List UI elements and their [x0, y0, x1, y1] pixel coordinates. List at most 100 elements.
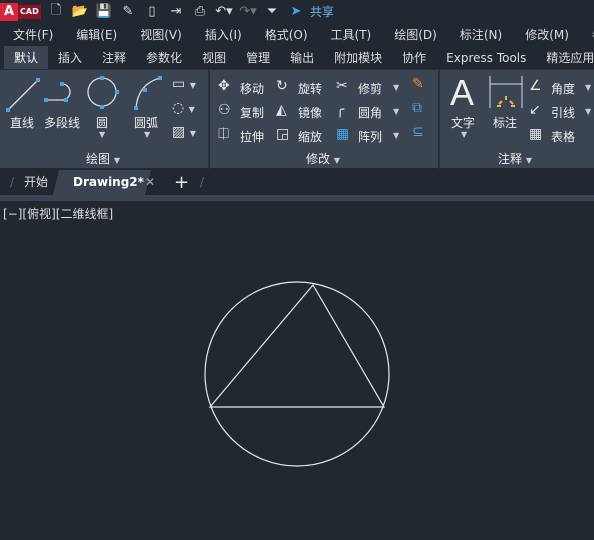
circle-tool[interactable]: 圆 [96, 114, 108, 131]
tab-annotate[interactable]: 注释 [92, 46, 136, 70]
trim-tool[interactable]: 修剪 [358, 80, 382, 97]
menu-modify[interactable]: 修改(M) [525, 26, 569, 43]
angular-icon: ∠ [529, 78, 542, 94]
print-icon[interactable]: ⎙ [190, 3, 210, 21]
scale-tool[interactable]: 缩放 [298, 128, 322, 145]
line-tool[interactable]: 直线 [10, 114, 34, 131]
rectangle-icon[interactable]: ▭ ▼ [172, 76, 196, 92]
text-dropdown-icon[interactable]: ▼ [461, 130, 467, 139]
erase-icon[interactable]: ✎ [412, 76, 424, 92]
ellipse-icon[interactable]: ◌ ▼ [172, 100, 195, 116]
drawing-svg [204, 281, 390, 467]
tab-addins[interactable]: 附加模块 [324, 46, 392, 70]
share-button[interactable]: 共享 [310, 3, 334, 20]
hatch-icon[interactable]: ▨ ▼ [172, 124, 196, 140]
open-device-icon[interactable]: ▯ [142, 3, 162, 21]
angular-dropdown-icon[interactable]: ▼ [585, 83, 591, 92]
menu-view[interactable]: 视图(V) [140, 26, 182, 43]
tab-separator: / [10, 175, 15, 189]
copy-icon: ⚇ [218, 102, 231, 118]
leader-icon: ↙ [529, 102, 541, 118]
scale-icon: ◲ [276, 126, 290, 142]
fillet-tool[interactable]: 圆角 [358, 104, 382, 121]
rotate-icon: ↻ [276, 78, 288, 94]
leader-tool[interactable]: 引线 [551, 104, 575, 121]
draw-tool-icons [6, 76, 162, 112]
title-bar: A CAD 🗋 📂 💾 ✎ ▯ ⇥ ⎙ ↶▾ ↷▾ ⏷ ➤ 共享 [0, 0, 594, 23]
new-tab-icon[interactable]: + [174, 170, 189, 195]
menu-bar: 文件(F) 编辑(E) 视图(V) 插入(I) 格式(O) 工具(T) 绘图(D… [0, 23, 594, 46]
triangle-entity[interactable] [208, 283, 386, 408]
divider [438, 70, 440, 169]
close-tab-icon[interactable]: ✕ [145, 170, 155, 195]
ribbon: 直线 多段线 圆 ▼ 圆弧 ▼ ▭ ▼ ◌ ▼ ▨ ▼ 绘图 ▼ ✥ 移动 ↻ … [0, 69, 594, 169]
draw-panel-title[interactable]: 绘图 ▼ [86, 150, 120, 167]
file-tabs: / 开始 Drawing2* ✕ + / [0, 170, 594, 195]
share-icon[interactable]: ➤ [286, 3, 306, 21]
drawing-canvas[interactable]: [−][俯视][二维线框] [0, 201, 594, 540]
tab-default[interactable]: 默认 [4, 46, 49, 70]
menu-dimension[interactable]: 标注(N) [460, 26, 502, 43]
arc-tool[interactable]: 圆弧 [134, 114, 158, 131]
menu-edit[interactable]: 编辑(E) [76, 26, 117, 43]
tab-view[interactable]: 视图 [192, 46, 236, 70]
tab-separator: / [200, 175, 205, 189]
save-icon[interactable]: 💾 [94, 3, 114, 21]
tab-insert[interactable]: 插入 [48, 46, 92, 70]
save-as-icon[interactable]: ✎ [118, 3, 138, 21]
trim-dropdown-icon[interactable]: ▼ [393, 83, 399, 92]
stretch-icon: ⎅ [218, 126, 230, 142]
open-icon[interactable]: 📂 [70, 3, 90, 21]
text-tool[interactable]: 文字 [451, 114, 475, 131]
circle-entity[interactable] [204, 281, 390, 467]
tab-output[interactable]: 输出 [280, 46, 324, 70]
text-icon: A [450, 72, 475, 113]
leader-dropdown-icon[interactable]: ▼ [585, 107, 591, 116]
tab-collaborate[interactable]: 协作 [392, 46, 436, 70]
stretch-tool[interactable]: 拉伸 [240, 128, 264, 145]
app-logo[interactable]: A CAD [0, 2, 42, 22]
array-icon: ▦ [336, 126, 350, 142]
offset-icon[interactable]: ⊆ [412, 124, 424, 140]
customize-icon[interactable]: ⏷ [262, 3, 282, 21]
move-tool[interactable]: 移动 [240, 80, 264, 97]
undo-icon[interactable]: ↶▾ [214, 3, 234, 21]
divider [208, 70, 210, 169]
fillet-dropdown-icon[interactable]: ▼ [393, 107, 399, 116]
tab-manage[interactable]: 管理 [236, 46, 280, 70]
array-dropdown-icon[interactable]: ▼ [393, 131, 399, 140]
arc-dropdown-icon[interactable]: ▼ [144, 130, 150, 139]
copy-tool[interactable]: 复制 [240, 104, 264, 121]
new-icon[interactable]: 🗋 [46, 3, 66, 21]
array-tool[interactable]: 阵列 [358, 128, 382, 145]
modify-panel-title[interactable]: 修改 ▼ [306, 150, 340, 167]
explode-icon[interactable]: ⧉ [412, 100, 422, 116]
redo-icon[interactable]: ↷▾ [238, 3, 258, 21]
tab-express-tools[interactable]: Express Tools [436, 46, 536, 70]
menu-insert[interactable]: 插入(I) [205, 26, 242, 43]
annotate-panel-title[interactable]: 注释 ▼ [498, 150, 532, 167]
menu-draw[interactable]: 绘图(D) [394, 26, 437, 43]
polyline-tool[interactable]: 多段线 [44, 114, 80, 131]
tab-featured-apps[interactable]: 精选应用 [536, 46, 594, 70]
rotate-tool[interactable]: 旋转 [298, 80, 322, 97]
dimension-icon [489, 76, 523, 108]
circle-dropdown-icon[interactable]: ▼ [99, 130, 105, 139]
menu-tools[interactable]: 工具(T) [331, 26, 372, 43]
menu-format[interactable]: 格式(O) [265, 26, 308, 43]
mirror-icon: ◭ [276, 102, 287, 118]
save-device-icon[interactable]: ⇥ [166, 3, 186, 21]
table-icon: ▦ [529, 126, 543, 142]
dimension-tool[interactable]: 标注 [493, 114, 517, 131]
angular-tool[interactable]: 角度 [551, 80, 575, 97]
table-tool[interactable]: 表格 [551, 128, 575, 145]
file-tab-start[interactable]: 开始 [24, 170, 48, 195]
mirror-tool[interactable]: 镜像 [298, 104, 322, 121]
ribbon-tabs: 默认 插入 注释 参数化 视图 管理 输出 附加模块 协作 Express To… [0, 46, 594, 70]
menu-file[interactable]: 文件(F) [13, 26, 53, 43]
file-tab-drawing2[interactable]: Drawing2* [73, 170, 144, 195]
move-icon: ✥ [218, 78, 230, 94]
tab-parametric[interactable]: 参数化 [136, 46, 192, 70]
trim-icon: ✂ [336, 78, 348, 94]
fillet-icon: ╭ [336, 102, 345, 118]
